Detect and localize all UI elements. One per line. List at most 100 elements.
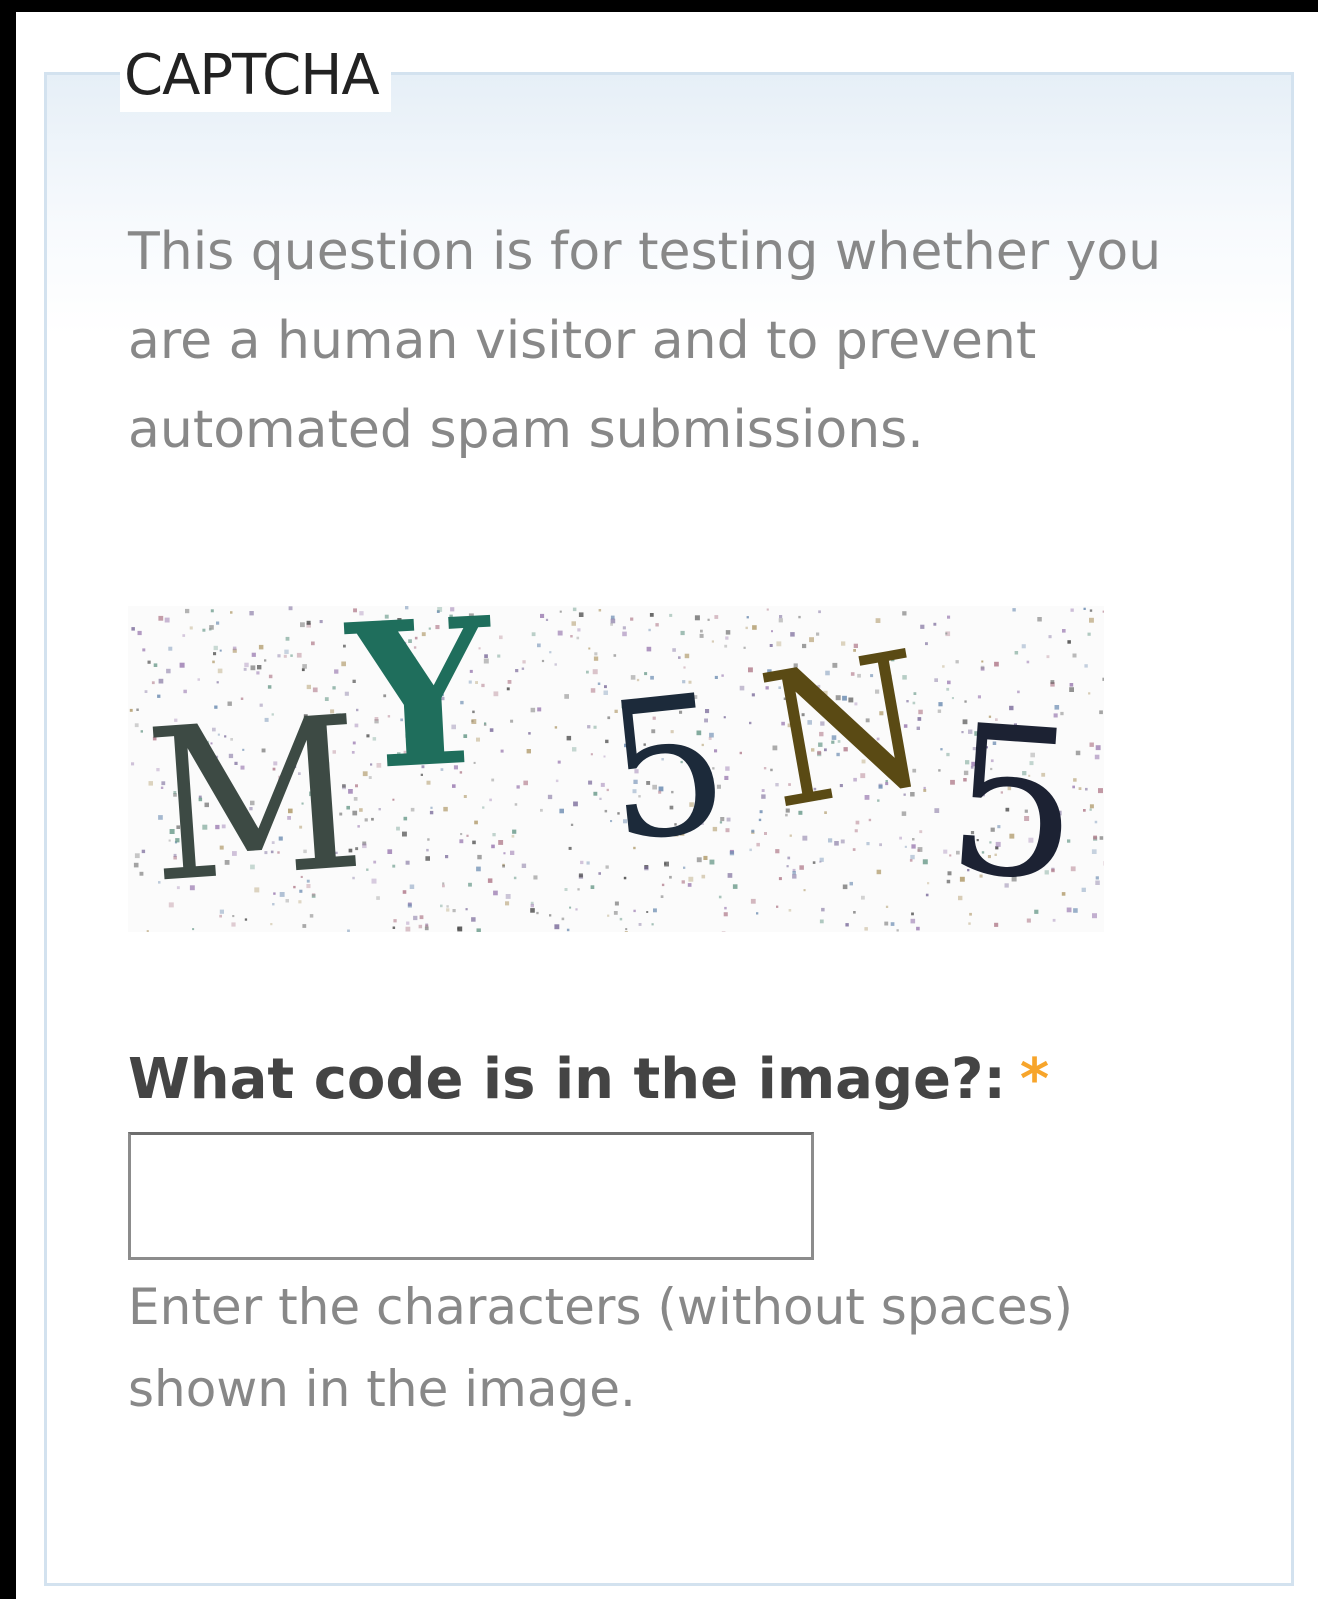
noise-speck [700,629,703,633]
noise-speck [756,912,759,915]
noise-speck [557,630,563,636]
noise-speck [587,725,591,729]
noise-speck [251,652,256,657]
noise-speck [134,723,139,728]
page-frame: CAPTCHA This question is for testing whe… [16,12,1318,1599]
noise-speck [283,654,287,658]
noise-speck [570,823,574,826]
noise-speck [849,881,853,886]
noise-speck [812,861,816,864]
noise-speck [669,613,673,617]
noise-speck [232,646,237,651]
noise-speck [528,732,531,735]
noise-speck [296,652,302,658]
noise-speck [376,896,380,900]
noise-speck [884,921,889,926]
noise-speck [1089,742,1094,747]
noise-speck [917,849,920,852]
noise-speck [559,808,564,814]
noise-speck [131,627,135,631]
noise-speck [588,780,593,785]
noise-speck [217,668,223,674]
noise-speck [761,789,765,792]
noise-speck [497,654,501,658]
noise-speck [1087,632,1091,636]
noise-speck [942,665,945,668]
noise-speck [803,889,806,892]
noise-speck [373,860,377,864]
noise-speck [1093,835,1097,840]
noise-speck [146,930,149,932]
noise-speck [514,803,518,806]
noise-speck [371,878,377,884]
noise-speck [723,912,728,917]
noise-speck [426,848,429,852]
noise-speck [505,901,510,906]
noise-speck [718,895,722,899]
noise-speck [547,794,553,800]
noise-speck [1048,635,1052,639]
noise-speck [133,862,139,868]
noise-speck [566,735,572,741]
noise-speck [288,606,293,611]
noise-speck [442,882,445,885]
noise-speck [549,651,552,654]
noise-speck [442,884,445,888]
noise-speck [593,656,599,661]
noise-speck [302,664,307,669]
noise-speck [566,928,570,932]
noise-speck [771,630,773,633]
noise-speck [1092,913,1097,919]
noise-speck [1089,808,1092,811]
noise-speck [879,843,882,847]
noise-speck [512,829,517,834]
noise-speck [403,816,408,821]
noise-speck [402,831,407,837]
noise-speck [158,678,164,684]
noise-speck [575,908,578,911]
noise-speck [619,917,623,921]
noise-speck [580,860,584,865]
noise-speck [515,669,519,673]
noise-speck [890,922,895,926]
noise-speck [922,859,928,865]
noise-speck [899,836,902,840]
noise-speck [610,618,616,624]
noise-speck [590,688,596,693]
noise-speck [699,633,704,638]
noise-speck [472,840,476,845]
noise-speck [1102,677,1104,681]
noise-speck [947,615,951,619]
noise-speck [405,860,410,865]
noise-speck [910,918,916,924]
noise-speck [588,647,591,650]
noise-speck [468,882,472,887]
noise-speck [721,931,726,932]
noise-speck [540,808,543,812]
noise-speck [561,917,565,921]
noise-speck [393,919,397,923]
noise-speck [821,907,825,912]
noise-speck [270,923,273,926]
noise-speck [559,610,562,613]
noise-speck [440,904,443,908]
noise-speck [131,762,135,766]
noise-speck [778,618,783,623]
noise-speck [364,818,368,822]
noise-speck [578,612,584,617]
noise-speck [604,809,608,813]
noise-speck [301,668,305,672]
noise-speck [425,856,430,861]
noise-speck [569,906,572,909]
noise-speck [210,609,214,613]
noise-speck [593,725,597,729]
captcha-code-input[interactable] [128,1132,814,1260]
noise-speck [343,644,346,648]
noise-speck [646,911,649,913]
noise-speck [1094,820,1098,824]
noise-speck [182,634,186,637]
noise-speck [387,849,393,854]
noise-speck [885,905,889,908]
noise-speck [302,924,307,928]
noise-speck [277,654,281,658]
